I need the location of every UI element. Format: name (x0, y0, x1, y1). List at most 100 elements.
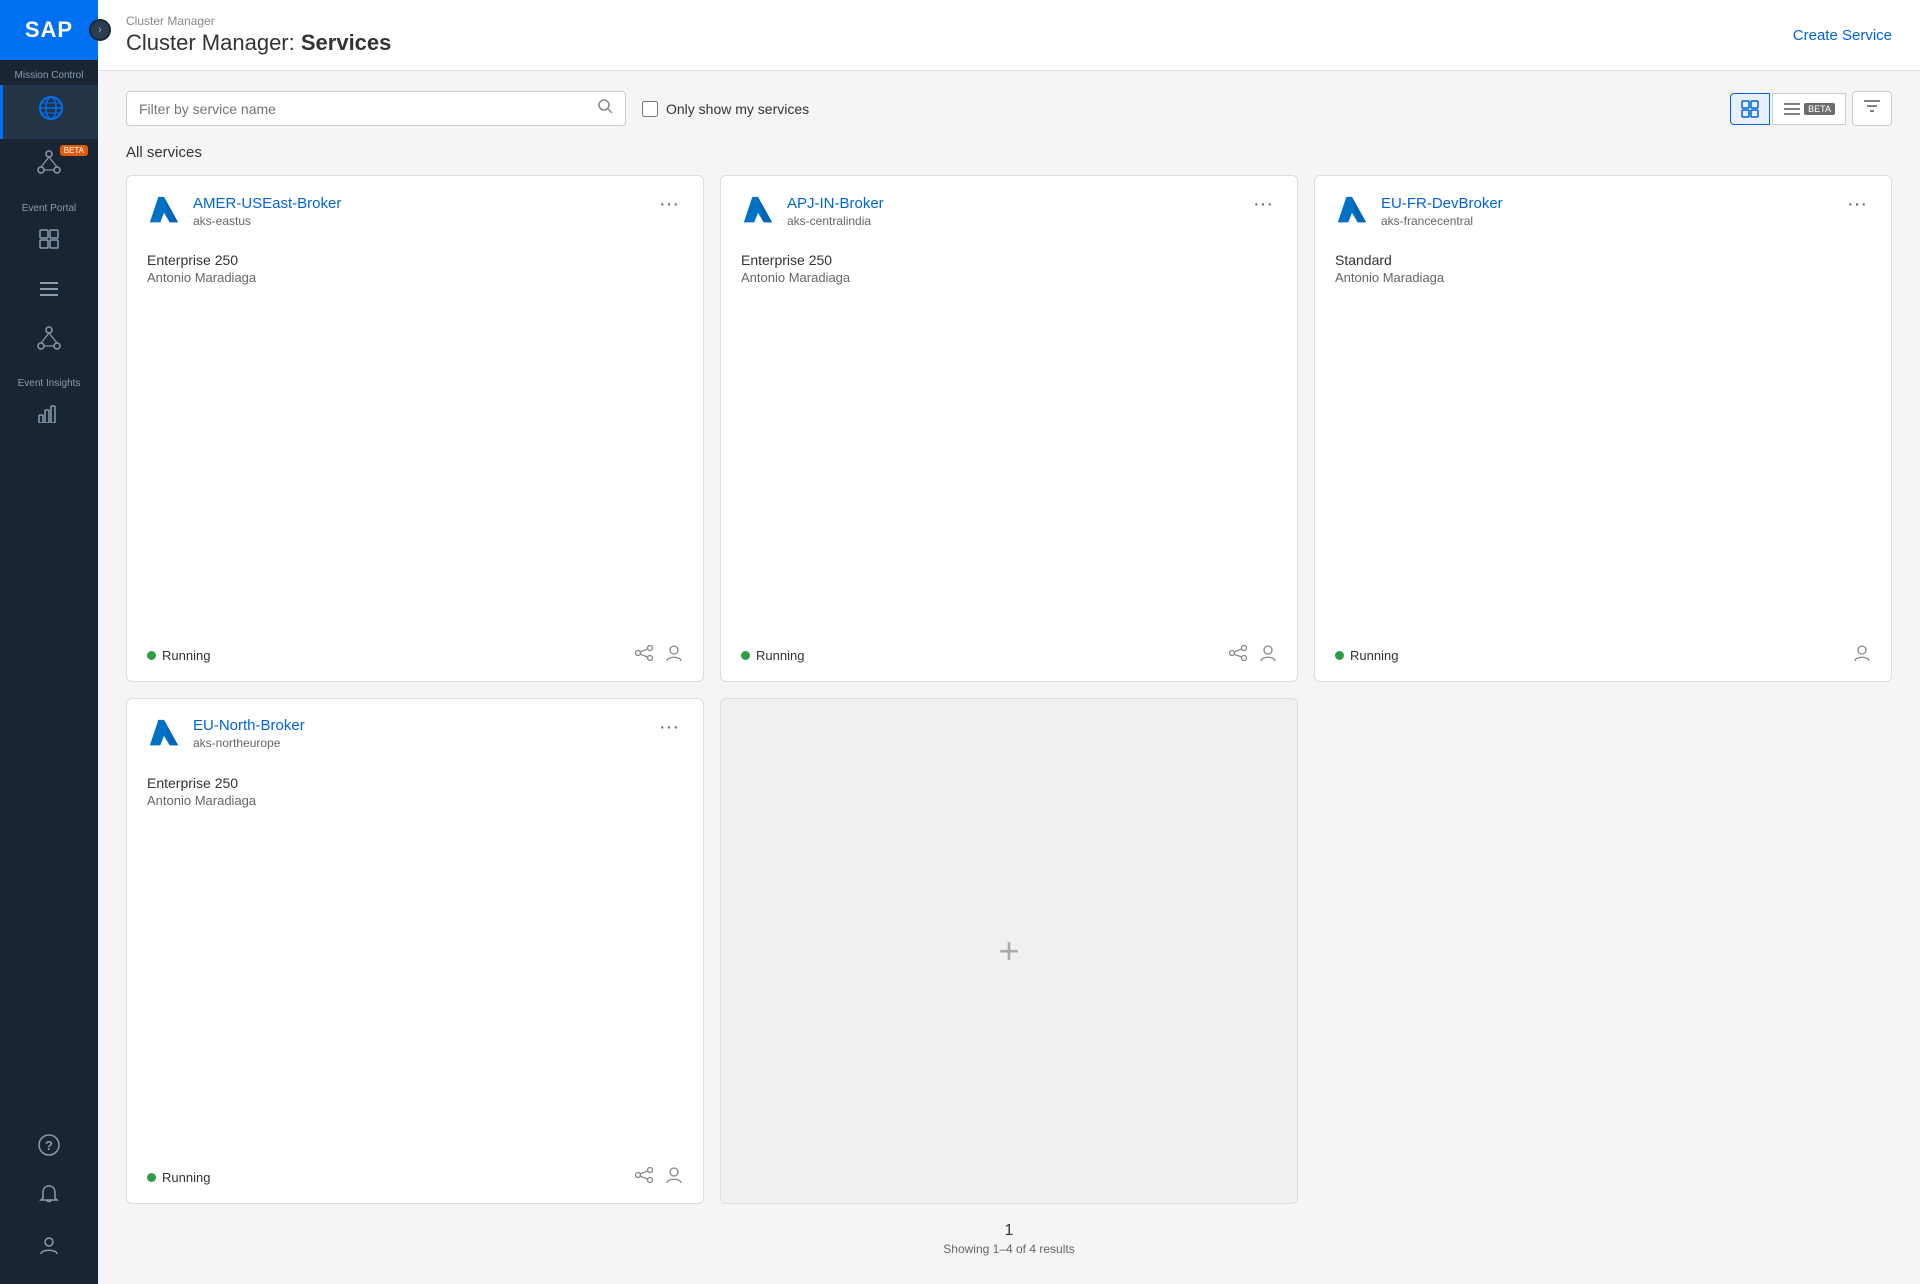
service-card-body-eufr: Standard Antonio Maradiaga (1335, 252, 1871, 636)
service-card-name-amer[interactable]: AMER-USEast-Broker (193, 195, 341, 212)
azure-logo-icon-apj (741, 194, 775, 228)
service-card-footer-apj: Running (741, 644, 1277, 667)
card-actions-amer (635, 644, 683, 667)
azure-logo-icon-eunorth (147, 717, 181, 751)
user-action-icon-apj[interactable] (1259, 644, 1277, 667)
service-menu-eufr[interactable]: ··· (1843, 194, 1871, 214)
view-toggles: BETA (1730, 91, 1892, 126)
page-title-prefix: Cluster Manager: (126, 30, 301, 55)
header: Cluster Manager Cluster Manager: Service… (98, 0, 1920, 71)
sidebar-item-event-portal-2[interactable] (0, 268, 98, 316)
service-card-name-eunorth[interactable]: EU-North-Broker (193, 717, 305, 734)
filter-button[interactable] (1852, 91, 1892, 126)
share-icon-amer[interactable] (635, 645, 653, 666)
card-actions-apj (1229, 644, 1277, 667)
add-service-card[interactable]: + (720, 698, 1298, 1205)
service-card-sub-amer: aks-eastus (193, 214, 341, 228)
azure-logo-icon-eufr (1335, 194, 1369, 228)
service-card-amer: AMER-USEast-Broker aks-eastus ··· Enterp… (126, 175, 704, 682)
service-owner-eunorth: Antonio Maradiaga (147, 793, 683, 808)
list-view-beta-badge: BETA (1804, 103, 1835, 115)
user-action-icon-amer[interactable] (665, 644, 683, 667)
create-service-link[interactable]: Create Service (1793, 27, 1892, 44)
sidebar-item-user[interactable] (0, 1224, 98, 1274)
mission-control-label: Mission Control (15, 70, 84, 81)
beta-badge: BETA (60, 145, 88, 156)
service-card-name-apj[interactable]: APJ-IN-Broker (787, 195, 884, 212)
service-card-header: AMER-USEast-Broker aks-eastus ··· (147, 194, 683, 228)
sap-logo[interactable]: SAP › (0, 0, 98, 60)
sidebar-item-notifications[interactable] (0, 1174, 98, 1224)
share-icon-eunorth[interactable] (635, 1167, 653, 1188)
service-card-name-eufr[interactable]: EU-FR-DevBroker (1381, 195, 1503, 212)
status-dot-eunorth (147, 1173, 156, 1182)
service-plan-eufr: Standard (1335, 252, 1871, 268)
sidebar-bottom: ? (0, 1124, 98, 1284)
toolbar: Only show my services (126, 91, 1892, 126)
service-plan-apj: Enterprise 250 (741, 252, 1277, 268)
sidebar-item-beta[interactable]: BETA (0, 139, 98, 193)
share-icon-apj[interactable] (1229, 645, 1247, 666)
only-my-services-label[interactable]: Only show my services (642, 101, 809, 117)
help-icon: ? (38, 1134, 60, 1162)
status-text-eunorth: Running (162, 1170, 210, 1185)
service-title-group-apj: APJ-IN-Broker aks-centralindia (741, 194, 884, 228)
service-card-footer-eunorth: Running (147, 1166, 683, 1189)
status-text-amer: Running (162, 648, 210, 663)
globe-icon (38, 95, 64, 127)
status-text-eufr: Running (1350, 648, 1398, 663)
sidebar-item-event-portal-1[interactable] (0, 218, 98, 268)
search-input[interactable] (139, 101, 597, 117)
service-menu-amer[interactable]: ··· (655, 194, 683, 214)
user-action-icon-eunorth[interactable] (665, 1166, 683, 1189)
service-card-footer-amer: Running (147, 644, 683, 667)
header-top: Cluster Manager Cluster Manager: Service… (126, 14, 1892, 56)
service-plan-amer: Enterprise 250 (147, 252, 683, 268)
user-icon (38, 1234, 60, 1262)
grid-view-button[interactable] (1730, 93, 1770, 125)
all-services-label: All services (126, 144, 1892, 161)
sidebar-toggle[interactable]: › (89, 19, 111, 41)
sidebar-item-event-portal-3[interactable] (0, 316, 98, 368)
sidebar-item-event-insights[interactable] (0, 393, 98, 441)
grid-icon (38, 228, 60, 256)
service-owner-amer: Antonio Maradiaga (147, 270, 683, 285)
only-my-services-checkbox[interactable] (642, 101, 658, 117)
main-wrapper: Cluster Manager Cluster Manager: Service… (98, 0, 1920, 1284)
breadcrumb: Cluster Manager (126, 14, 391, 28)
service-menu-apj[interactable]: ··· (1249, 194, 1277, 214)
service-title-group: AMER-USEast-Broker aks-eastus (147, 194, 341, 228)
status-badge-apj: Running (741, 648, 804, 663)
service-card-header-eunorth: EU-North-Broker aks-northeurope ··· (147, 717, 683, 751)
only-my-services-text: Only show my services (666, 101, 809, 117)
service-card-footer-eufr: Running (1335, 644, 1871, 667)
pagination-info: Showing 1–4 of 4 results (943, 1242, 1074, 1256)
service-card-body-amer: Enterprise 250 Antonio Maradiaga (147, 252, 683, 636)
service-card-eunorth: EU-North-Broker aks-northeurope ··· Ente… (126, 698, 704, 1205)
pagination-page: 1 (1005, 1222, 1014, 1240)
sap-logo-text: SAP (25, 17, 73, 43)
pagination: 1 Showing 1–4 of 4 results (126, 1204, 1892, 1264)
service-plan-eunorth: Enterprise 250 (147, 775, 683, 791)
event-insights-label: Event Insights (18, 378, 81, 389)
status-dot-amer (147, 651, 156, 660)
svg-text:?: ? (45, 1138, 53, 1153)
sidebar: SAP › Mission Control BETA (0, 0, 98, 1284)
service-card-header-apj: APJ-IN-Broker aks-centralindia ··· (741, 194, 1277, 228)
list-view-button[interactable]: BETA (1772, 93, 1846, 125)
chart-icon (38, 403, 60, 429)
sidebar-item-help[interactable]: ? (0, 1124, 98, 1174)
service-card-apj: APJ-IN-Broker aks-centralindia ··· Enter… (720, 175, 1298, 682)
service-title-group-eufr: EU-FR-DevBroker aks-francecentral (1335, 194, 1503, 228)
status-dot-apj (741, 651, 750, 660)
service-owner-eufr: Antonio Maradiaga (1335, 270, 1871, 285)
sidebar-item-mission-control[interactable] (0, 85, 98, 139)
service-menu-eunorth[interactable]: ··· (655, 717, 683, 737)
search-box (126, 91, 626, 126)
page-title-bold: Services (301, 30, 392, 55)
service-card-body-eunorth: Enterprise 250 Antonio Maradiaga (147, 775, 683, 1159)
user-action-icon-eufr[interactable] (1853, 644, 1871, 667)
status-badge-amer: Running (147, 648, 210, 663)
card-actions-eufr (1853, 644, 1871, 667)
service-title-group-eunorth: EU-North-Broker aks-northeurope (147, 717, 305, 751)
